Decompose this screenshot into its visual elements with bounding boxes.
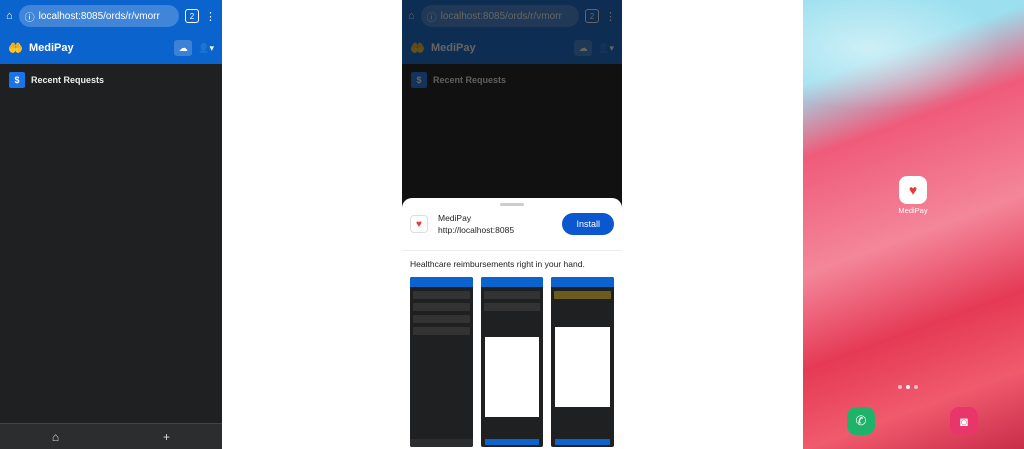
shot-row	[413, 303, 470, 311]
shot-button	[484, 439, 540, 445]
info-icon: ⓘ	[426, 12, 437, 24]
home-icon[interactable]: ⌂	[6, 10, 13, 22]
install-row: ♥ MediPay http://localhost:8085 Install	[402, 206, 622, 242]
camera-app-icon[interactable]: ◙	[950, 407, 978, 435]
app-header: 🤲 MediPay ☁ 👤▾	[0, 32, 222, 64]
shot-receipt	[484, 337, 540, 417]
more-menu-icon: ⋮	[605, 10, 616, 23]
url-bar[interactable]: ⓘ localhost:8085/ords/r/vmorr	[18, 5, 179, 27]
app-icon: ♥	[410, 215, 428, 233]
shot-bottom	[410, 439, 473, 447]
app-description: Healthcare reimbursements right in your …	[402, 250, 622, 277]
shot-row	[554, 291, 612, 299]
home-icon: ⌂	[408, 10, 415, 22]
install-app-name: MediPay	[438, 213, 472, 223]
screenshot-3[interactable]	[551, 277, 615, 447]
medipay-logo-icon[interactable]: 🤲	[8, 41, 23, 55]
shot-header	[551, 277, 615, 287]
user-menu-icon: 👤▾	[598, 42, 614, 53]
shot-header	[410, 277, 473, 287]
shot-row	[413, 315, 470, 323]
shot-row	[483, 303, 541, 311]
medipay-app-label: MediPay	[898, 206, 928, 215]
url-text: localhost:8085/ords/r/vmorr	[38, 10, 160, 22]
app-title: MediPay	[430, 42, 476, 54]
browser-toolbar: ⌂ ⓘ localhost:8085/ords/r/vmorr 2 ⋮	[0, 0, 222, 32]
dollar-icon: $	[9, 72, 25, 88]
page-dot-active	[906, 385, 910, 389]
install-bottom-sheet: ♥ MediPay http://localhost:8085 Install …	[402, 198, 622, 449]
page-dot	[914, 385, 918, 389]
tab-count: 2	[189, 11, 195, 21]
phone-app-icon[interactable]: ✆	[847, 407, 875, 435]
shot-button	[555, 439, 611, 445]
info-icon[interactable]: ⓘ	[25, 9, 35, 24]
page-dot	[898, 385, 902, 389]
install-app-url: http://localhost:8085	[438, 225, 515, 235]
app-header: 🤲 MediPay ☁ 👤▾	[402, 32, 622, 64]
app-title: MediPay	[28, 42, 74, 54]
page-indicator	[898, 385, 918, 389]
medipay-logo-icon: 🤲	[410, 41, 425, 55]
nav-item-recent-requests[interactable]: $ Recent Requests	[0, 64, 222, 96]
nav-item-label: Recent Requests	[31, 75, 105, 85]
browser-panel-1: ⌂ ⓘ localhost:8085/ords/r/vmorr 2 ⋮ 🤲 Me…	[0, 0, 222, 449]
tab-switcher-button: 2	[585, 9, 599, 23]
nav-item-recent-requests: $ Recent Requests	[402, 64, 622, 96]
app-info: MediPay http://localhost:8085	[438, 212, 552, 236]
url-text: localhost:8085/ords/r/vmorr	[440, 10, 562, 22]
cloud-install-icon: ☁	[574, 40, 593, 56]
user-menu-icon[interactable]: 👤▾	[198, 43, 214, 54]
url-bar: ⓘ localhost:8085/ords/r/vmorr	[420, 5, 579, 27]
screenshot-1[interactable]	[410, 277, 473, 447]
browser-toolbar: ⌂ ⓘ localhost:8085/ords/r/vmorr 2 ⋮	[402, 0, 622, 32]
medipay-app-icon[interactable]: ♥	[899, 176, 927, 204]
wallpaper-highlight	[803, 0, 1024, 120]
plus-icon[interactable]: +	[163, 430, 170, 444]
screenshot-carousel[interactable]	[402, 277, 622, 447]
android-home-screen: ♥ MediPay ✆ ◙	[803, 0, 1024, 449]
cloud-install-icon[interactable]: ☁	[174, 40, 193, 56]
home-icon[interactable]: ⌂	[52, 430, 59, 444]
bottom-nav: ⌂ +	[0, 423, 222, 449]
shot-receipt	[555, 327, 611, 407]
dimmed-background: ⌂ ⓘ localhost:8085/ords/r/vmorr 2 ⋮ 🤲 Me…	[402, 0, 622, 96]
tab-switcher-button[interactable]: 2	[185, 9, 199, 23]
install-button[interactable]: Install	[562, 213, 614, 235]
shot-row	[413, 327, 470, 335]
more-menu-icon[interactable]: ⋮	[205, 10, 216, 23]
browser-panel-2: ⌂ ⓘ localhost:8085/ords/r/vmorr 2 ⋮ 🤲 Me…	[402, 0, 622, 449]
shot-row	[483, 291, 541, 299]
dollar-icon: $	[411, 72, 427, 88]
screenshot-2[interactable]	[480, 277, 544, 447]
shot-row	[413, 291, 470, 299]
nav-item-label: Recent Requests	[433, 75, 507, 85]
shot-header	[480, 277, 544, 287]
tab-count: 2	[589, 11, 595, 21]
